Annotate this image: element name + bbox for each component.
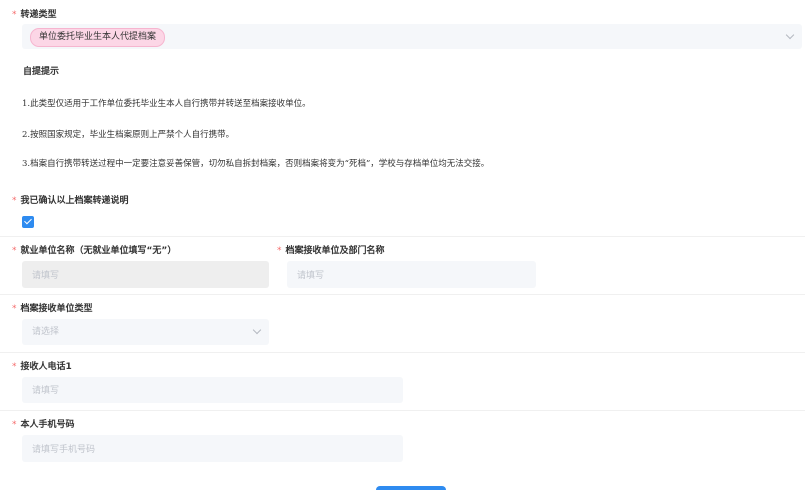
receiver-unit-label: * 档案接收单位及部门名称	[277, 246, 385, 256]
required-mark: *	[12, 10, 17, 20]
transfer-type-select[interactable]: 单位委托毕业生本人代提档案	[22, 24, 802, 49]
required-mark: *	[277, 246, 282, 256]
required-mark: *	[12, 420, 17, 430]
divider	[0, 236, 805, 237]
receiver-phone-label: * 接收人电话1	[12, 362, 72, 372]
confirm-label: * 我已确认以上档案转递说明	[12, 196, 129, 206]
employer-label: * 就业单位名称（无就业单位填写“无”）	[12, 246, 177, 256]
transfer-type-label: * 转递类型	[12, 10, 57, 20]
tip-item-1: 1.此类型仅适用于工作单位委托毕业生本人自行携带并转送至档案接收单位。	[22, 99, 311, 109]
selected-transfer-type-tag: 单位委托毕业生本人代提档案	[30, 28, 166, 47]
receiver-unit-input[interactable]	[287, 261, 536, 288]
tip-item-3: 3.档案自行携带转送过程中一定要注意妥善保管，切勿私自拆封档案，否则档案将变为“…	[22, 159, 490, 169]
tips-title: 自提提示	[23, 67, 60, 77]
receiver-type-placeholder: 请选择	[32, 327, 60, 337]
required-mark: *	[12, 304, 17, 314]
required-mark: *	[12, 362, 17, 372]
receiver-phone-input[interactable]	[22, 377, 403, 403]
mobile-label: * 本人手机号码	[12, 420, 75, 430]
required-mark: *	[12, 246, 17, 256]
divider	[0, 410, 805, 411]
receiver-type-select[interactable]: 请选择	[22, 319, 269, 345]
divider	[0, 352, 805, 353]
check-icon	[24, 216, 32, 225]
chevron-down-icon	[785, 30, 795, 40]
receiver-type-label: * 档案接收单位类型	[12, 304, 93, 314]
divider	[0, 294, 805, 295]
confirm-checkbox[interactable]	[22, 216, 34, 228]
employer-name-input[interactable]	[22, 261, 269, 288]
mobile-input[interactable]	[22, 435, 403, 462]
tip-item-2: 2.按照国家规定，毕业生档案原则上严禁个人自行携带。	[22, 130, 235, 140]
required-mark: *	[12, 196, 17, 206]
archive-transfer-form: * 转递类型 单位委托毕业生本人代提档案 自提提示 1.此类型仅适用于工作单位委托…	[0, 0, 805, 490]
submit-button[interactable]	[376, 486, 446, 490]
chevron-down-icon	[252, 325, 262, 335]
